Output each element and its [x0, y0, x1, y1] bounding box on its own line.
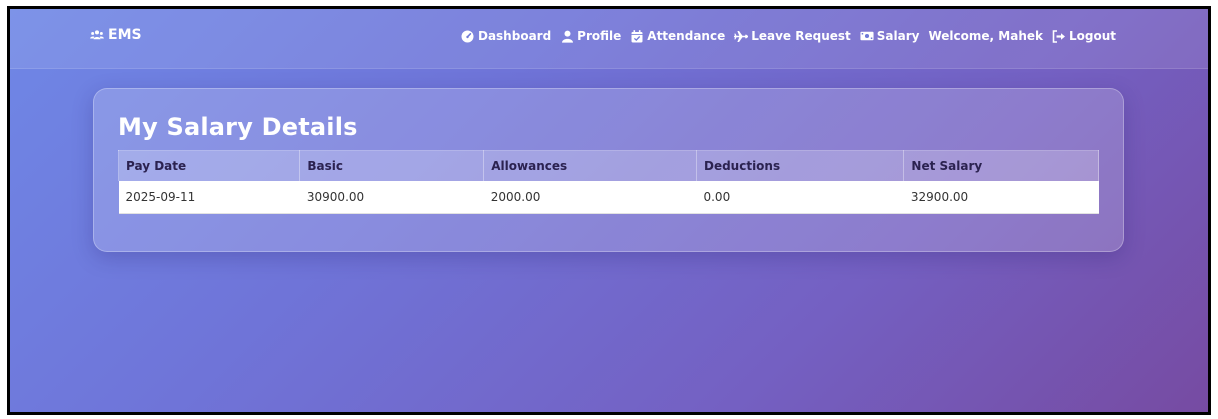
nav-dashboard[interactable]: Dashboard — [461, 29, 551, 43]
brand-label: EMS — [108, 27, 142, 43]
salary-card: My Salary Details Pay Date Basic Allowan… — [93, 88, 1124, 252]
header-allowances: Allowances — [483, 150, 697, 181]
table-row: 2025-09-11 30900.00 2000.00 0.00 32900.0… — [118, 181, 1099, 214]
nav-attendance[interactable]: Attendance — [630, 29, 725, 43]
top-navbar: EMS Dashboard Profile Attendance Leave R… — [10, 9, 1208, 69]
logout-label: Logout — [1068, 29, 1116, 43]
plane-icon — [734, 29, 749, 43]
cell-deductions: 0.00 — [696, 181, 904, 214]
money-icon — [860, 29, 874, 43]
header-net-salary: Net Salary — [903, 150, 1099, 181]
nav-profile[interactable]: Profile — [560, 29, 621, 43]
nav-leave-request-label: Leave Request — [751, 29, 851, 43]
nav-salary-label: Salary — [876, 29, 920, 43]
header-deductions: Deductions — [695, 150, 905, 181]
header-pay-date: Pay Date — [117, 150, 301, 181]
nav-profile-label: Profile — [577, 29, 622, 43]
nav-links: Dashboard Profile Attendance Leave Reque… — [461, 29, 1116, 43]
cell-allowances: 2000.00 — [483, 181, 697, 214]
table-header-row: Pay Date Basic Allowances Deductions Net… — [117, 150, 1099, 181]
cell-pay-date: 2025-09-11 — [118, 181, 300, 214]
nav-attendance-label: Attendance — [647, 29, 726, 43]
cell-net-salary: 32900.00 — [903, 181, 1099, 214]
cell-basic: 30900.00 — [299, 181, 484, 214]
logout-button[interactable]: Logout — [1052, 29, 1116, 43]
app-window: EMS Dashboard Profile Attendance Leave R… — [7, 6, 1211, 415]
salary-table: Pay Date Basic Allowances Deductions Net… — [117, 150, 1099, 214]
user-icon — [560, 29, 574, 43]
sign-out-icon — [1052, 29, 1066, 43]
welcome-label: Welcome, Mahek — [928, 29, 1043, 43]
header-basic: Basic — [299, 150, 485, 181]
nav-salary[interactable]: Salary — [860, 29, 920, 43]
users-icon — [90, 28, 104, 42]
brand-link[interactable]: EMS — [90, 27, 142, 43]
page-title: My Salary Details — [118, 113, 358, 141]
tachometer-icon — [461, 29, 475, 43]
nav-dashboard-label: Dashboard — [477, 29, 552, 43]
welcome-text: Welcome, Mahek — [928, 29, 1043, 43]
nav-leave-request[interactable]: Leave Request — [734, 29, 851, 43]
calendar-check-icon — [630, 29, 644, 43]
